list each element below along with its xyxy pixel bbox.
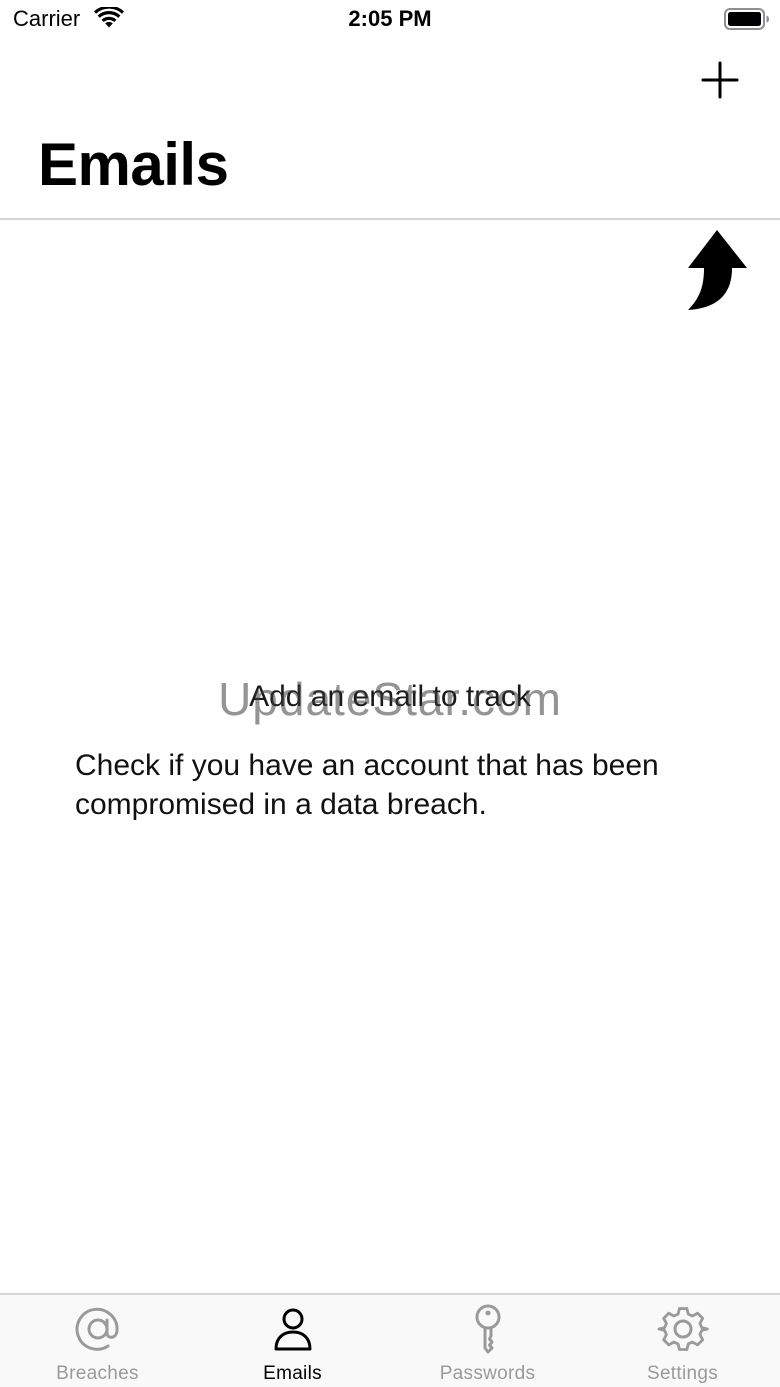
tab-label: Breaches <box>56 1363 139 1384</box>
tab-settings[interactable]: Settings <box>585 1295 780 1387</box>
page-title: Emails <box>38 131 229 198</box>
tab-label: Settings <box>646 1363 719 1384</box>
battery-icon <box>724 8 769 30</box>
tab-label: Passwords <box>439 1363 536 1384</box>
key-icon <box>475 1304 500 1354</box>
tab-bar: Breaches Emails Passwords Settings <box>0 1293 780 1387</box>
tab-emails[interactable]: Emails <box>195 1295 390 1387</box>
gear-icon <box>657 1307 709 1351</box>
add-email-button[interactable] <box>698 58 742 102</box>
tab-breaches[interactable]: Breaches <box>0 1295 195 1387</box>
watermark: UpdateStar.com <box>218 673 562 725</box>
header-divider <box>0 218 780 220</box>
plus-icon <box>701 61 739 99</box>
person-icon <box>274 1308 311 1351</box>
tab-passwords[interactable]: Passwords <box>390 1295 585 1387</box>
empty-state-message: Check if you have an account that has be… <box>75 749 659 821</box>
at-sign-icon <box>75 1307 119 1351</box>
curved-up-arrow-icon <box>688 230 747 310</box>
status-time: 2:05 PM <box>348 6 432 31</box>
tab-label: Emails <box>263 1363 322 1384</box>
status-bar: Carrier 2:05 PM <box>0 0 780 40</box>
